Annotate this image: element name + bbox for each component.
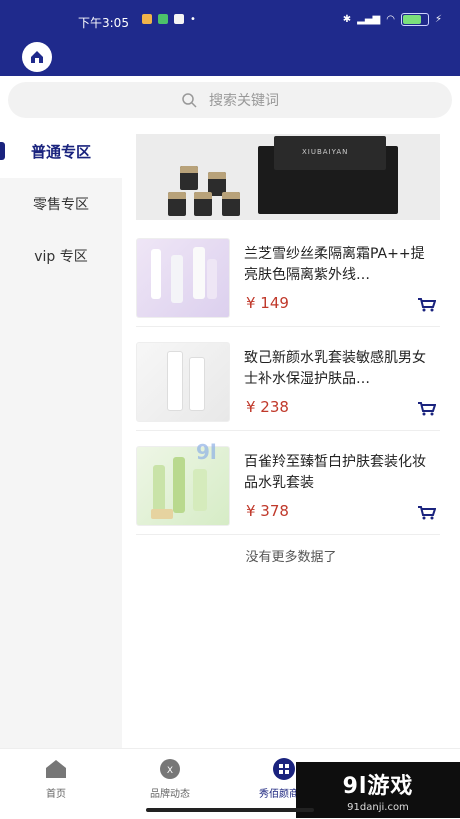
top-nav-bar — [0, 40, 460, 76]
sidebar-item-label: 普通专区 — [30, 142, 91, 161]
cart-icon[interactable] — [418, 298, 436, 312]
watermark-url: 91danji.com — [347, 801, 409, 813]
charging-icon: ⚡ — [434, 14, 442, 25]
sidebar-item-normal-zone[interactable]: 普通专区 — [0, 124, 122, 178]
notification-icon — [142, 14, 152, 24]
signal-icon: ▂▄▆ — [357, 14, 381, 25]
banner-jar — [180, 166, 198, 190]
sidebar-item-label: vip 专区 — [34, 249, 88, 265]
product-name: 兰芝雪纱丝柔隔离霜PA++提亮肤色隔离紫外线… — [244, 246, 425, 283]
product-name: 致己新颜水乳套装敏感肌男女士补水保湿护肤品… — [244, 350, 426, 387]
divider — [136, 430, 440, 431]
product-price: ¥ 378 — [246, 502, 289, 520]
gift-box-lid: XIUBAIYAN — [274, 136, 386, 170]
product-card[interactable]: 致己新颜水乳套装敏感肌男女士补水保湿护肤品… ¥ 238 — [136, 342, 440, 426]
tab-home[interactable]: 首页 — [6, 757, 106, 800]
product-list-area: XIUBAIYAN 兰芝雪纱丝柔隔离霜PA++提亮肤色隔离紫外线… ¥ 149 … — [122, 124, 460, 748]
cart-icon[interactable] — [418, 402, 436, 416]
svg-text:X: X — [167, 766, 173, 776]
search-placeholder: 搜索关键词 — [209, 93, 279, 109]
sidebar-item-label: 零售专区 — [33, 197, 89, 213]
shop-grid-icon — [273, 758, 295, 780]
wifi-icon: ◠ — [386, 14, 395, 25]
tab-label: 首页 — [46, 789, 66, 800]
product-card[interactable]: 百雀羚至臻皙白护肤套装化妆品水乳套装 ¥ 378 — [136, 446, 440, 530]
status-time: 下午3:05 — [78, 16, 129, 30]
product-image — [136, 342, 230, 422]
banner-jar — [168, 192, 186, 216]
search-icon — [182, 93, 197, 108]
banner-brand-text: XIUBAIYAN — [302, 148, 349, 156]
product-price: ¥ 149 — [246, 294, 289, 312]
category-sidebar: 普通专区 零售专区 vip 专区 — [0, 124, 122, 748]
sidebar-item-retail-zone[interactable]: 零售专区 — [0, 178, 122, 230]
battery-icon — [400, 13, 429, 26]
product-name: 百雀羚至臻皙白护肤套装化妆品水乳套装 — [244, 454, 426, 491]
watermark-logo: 9l游戏 — [342, 773, 414, 799]
divider — [136, 326, 440, 327]
banner-jar — [222, 192, 240, 216]
home-icon — [46, 760, 66, 778]
divider — [136, 534, 440, 535]
search-bar[interactable]: 搜索关键词 — [8, 82, 452, 118]
product-card[interactable]: 兰芝雪纱丝柔隔离霜PA++提亮肤色隔离紫外线… ¥ 149 — [136, 238, 440, 322]
home-button[interactable] — [22, 42, 52, 72]
watermark-overlay: 9l游戏 91danji.com — [296, 762, 460, 818]
home-icon — [31, 51, 43, 63]
tab-brand-news[interactable]: X 品牌动态 — [120, 757, 220, 800]
promo-banner[interactable]: XIUBAIYAN — [136, 134, 440, 220]
banner-jar — [194, 192, 212, 216]
cart-icon[interactable] — [418, 506, 436, 520]
status-bar: 下午3:05 • ✱ ▂▄▆ ◠ ⚡ — [0, 0, 460, 40]
message-icon — [158, 14, 168, 24]
tab-label: 品牌动态 — [150, 789, 190, 800]
product-price: ¥ 238 — [246, 398, 289, 416]
more-dot-icon: • — [190, 14, 196, 25]
bluetooth-icon: ✱ — [342, 14, 352, 25]
brand-logo-icon: X — [160, 759, 180, 779]
notification-icons: • — [142, 14, 196, 25]
home-indicator — [146, 808, 314, 812]
watermark-center-mark: 9l — [196, 440, 217, 464]
app-icon — [174, 14, 184, 24]
list-end-text: 没有更多数据了 — [245, 550, 337, 565]
sidebar-item-vip-zone[interactable]: vip 专区 — [0, 230, 122, 282]
product-image — [136, 238, 230, 318]
system-status-icons: ✱ ▂▄▆ ◠ ⚡ — [343, 13, 442, 26]
